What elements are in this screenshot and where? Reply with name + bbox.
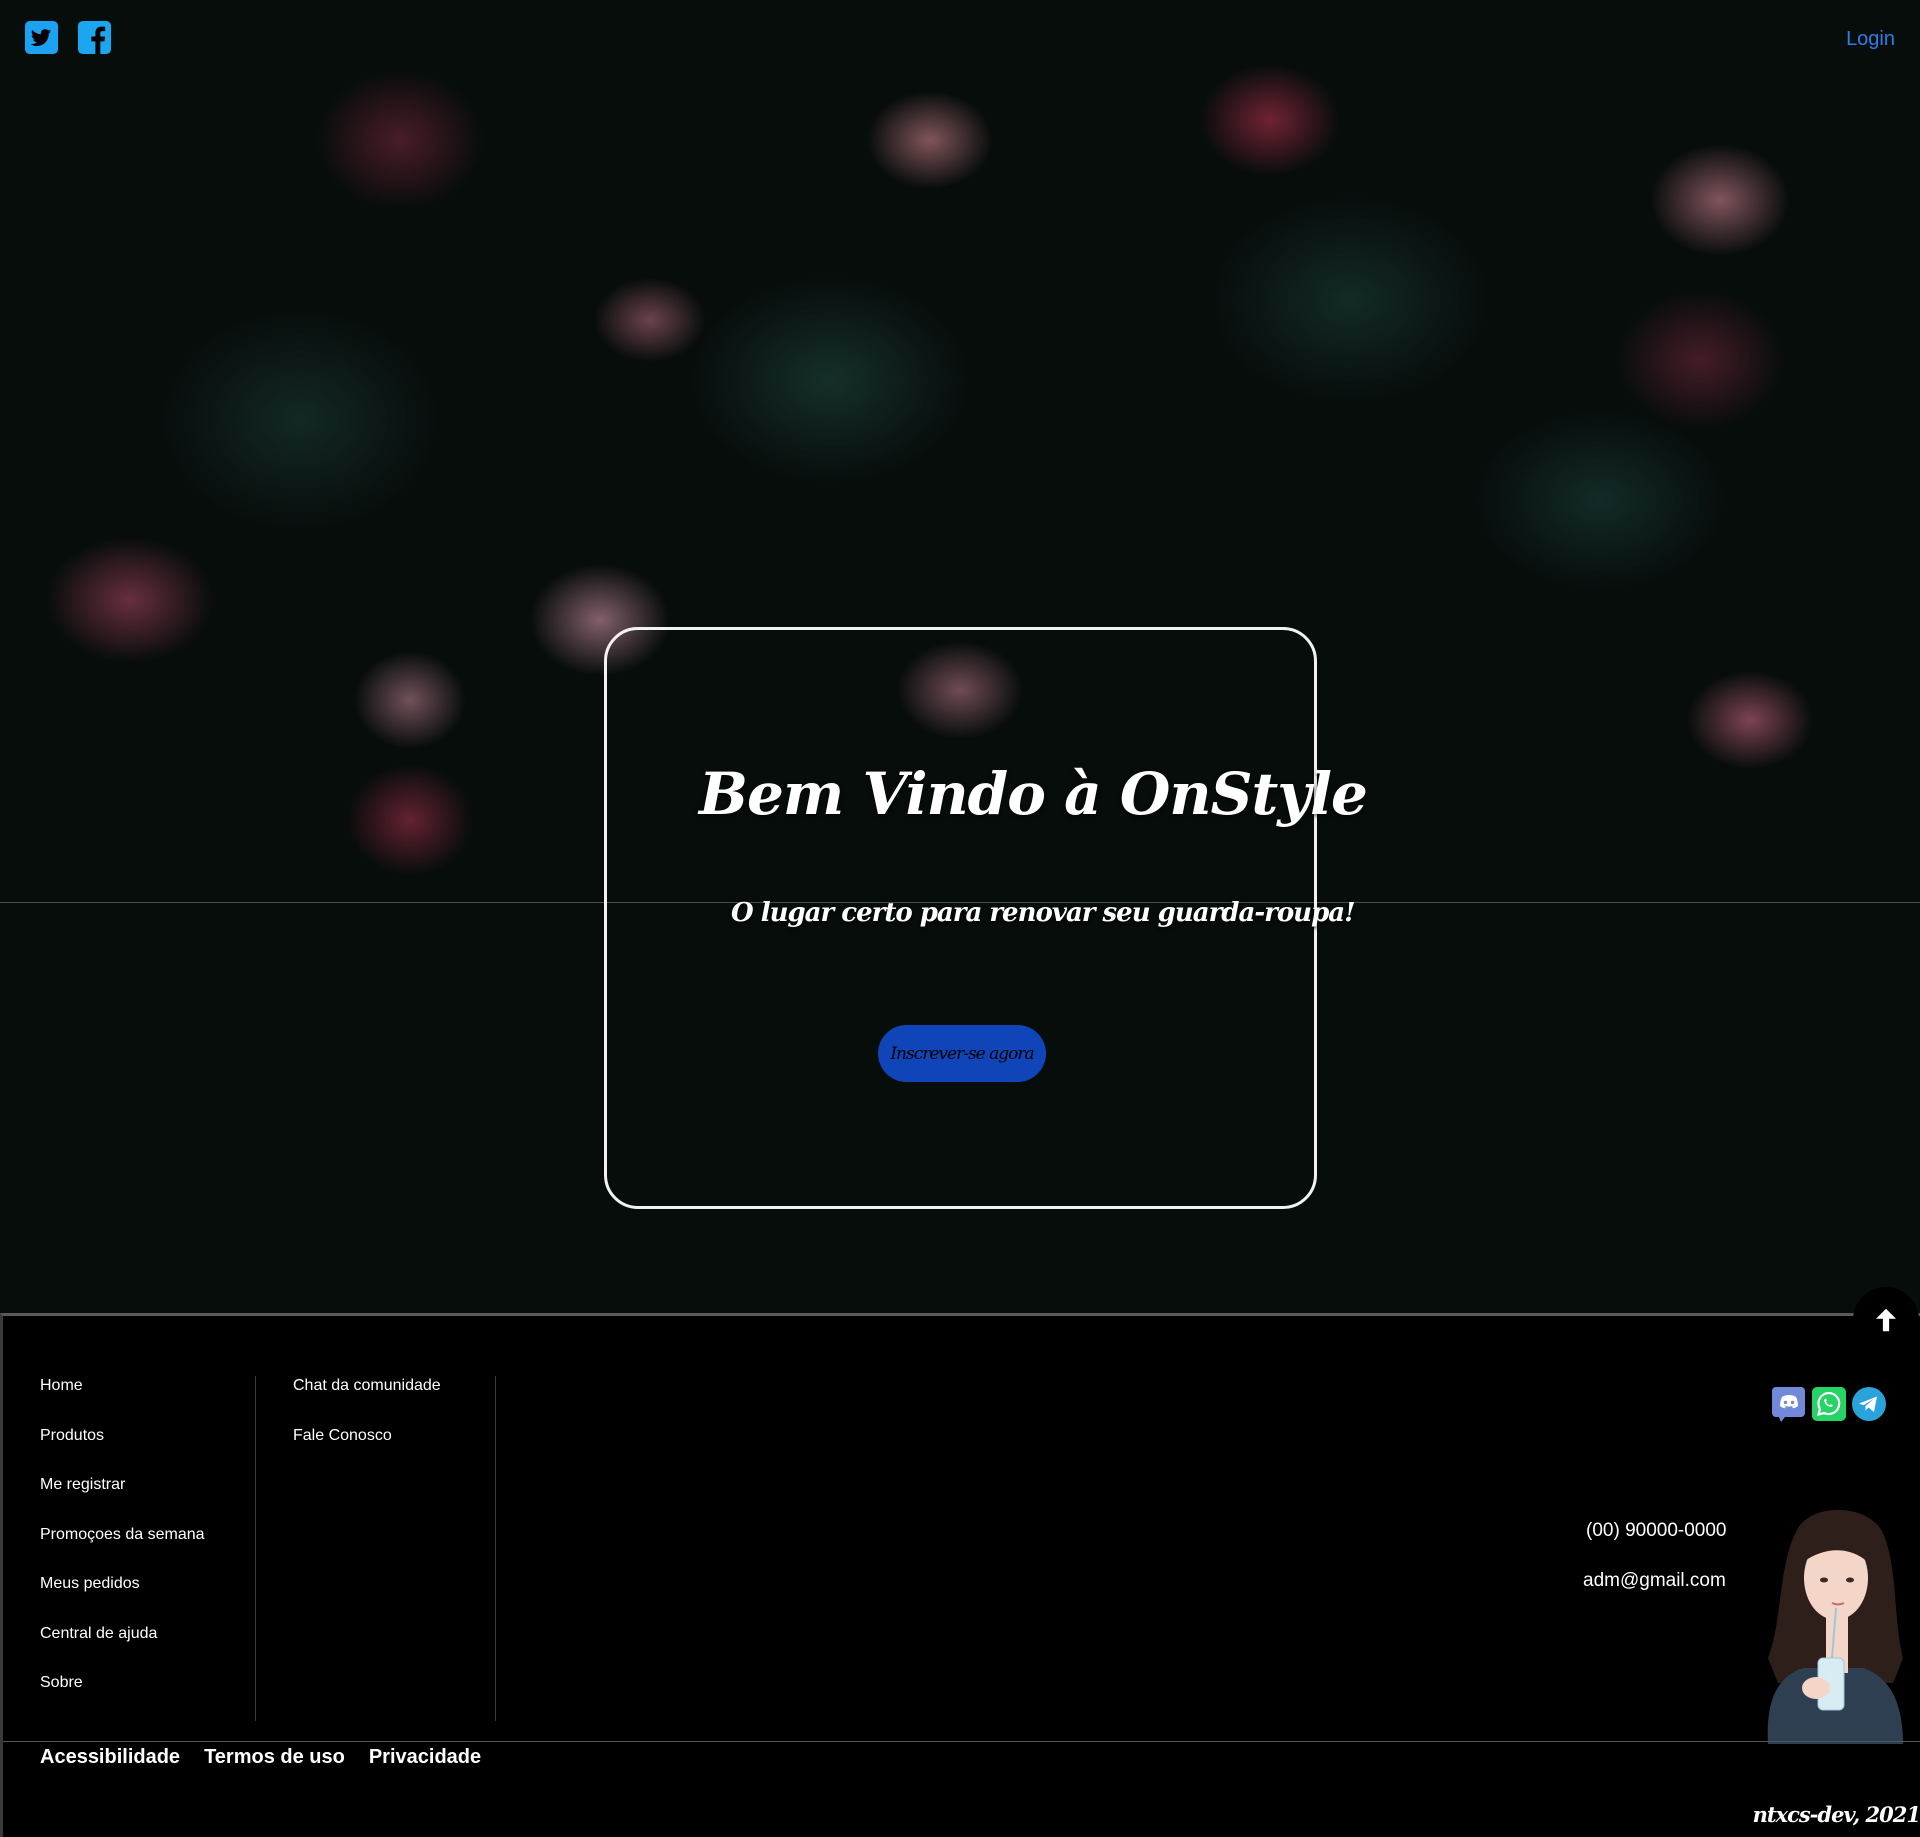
girl-illustration bbox=[1767, 1509, 1903, 1744]
arrow-up-icon bbox=[1876, 1308, 1896, 1332]
telegram-icon[interactable] bbox=[1851, 1386, 1887, 1422]
termos-de-uso-link[interactable]: Termos de uso bbox=[204, 1746, 345, 1769]
footer-link-fale-conosco[interactable]: Fale Conosco bbox=[293, 1426, 495, 1476]
footer-link-chat-comunidade[interactable]: Chat da comunidade bbox=[293, 1376, 495, 1426]
footer-divider bbox=[3, 1741, 1920, 1742]
footer-link-central-ajuda[interactable]: Central de ajuda bbox=[40, 1624, 255, 1674]
footer-link-promocoes[interactable]: Promoçoes da semana bbox=[40, 1525, 255, 1575]
discord-icon[interactable] bbox=[1771, 1386, 1807, 1422]
back-to-top-button[interactable] bbox=[1853, 1287, 1919, 1353]
login-link[interactable]: Login bbox=[1846, 28, 1895, 51]
contact-phone: (00) 90000-0000 bbox=[1586, 1520, 1727, 1541]
footer-bottom-links: Acessibilidade Termos de uso Privacidade bbox=[40, 1746, 481, 1769]
facebook-icon[interactable] bbox=[77, 20, 112, 55]
footer: Home Produtos Me registrar Promoçoes da … bbox=[0, 1313, 1920, 1837]
footer-link-home[interactable]: Home bbox=[40, 1376, 255, 1426]
footer-nav-secondary: Chat da comunidade Fale Conosco bbox=[293, 1376, 496, 1721]
twitter-icon[interactable] bbox=[24, 20, 59, 55]
acessibilidade-link[interactable]: Acessibilidade bbox=[40, 1746, 180, 1769]
contact-email: adm@gmail.com bbox=[1583, 1570, 1726, 1591]
developer-signature: ntxcs-dev, 2021 bbox=[1752, 1802, 1920, 1827]
footer-nav-main: Home Produtos Me registrar Promoçoes da … bbox=[40, 1376, 256, 1721]
welcome-card: Bem Vindo à OnStyle O lugar certo para r… bbox=[604, 627, 1368, 1209]
footer-link-meus-pedidos[interactable]: Meus pedidos bbox=[40, 1574, 255, 1624]
welcome-subtitle: O lugar certo para renovar seu guarda-ro… bbox=[731, 898, 1356, 928]
header-social-links bbox=[24, 20, 112, 55]
community-icons bbox=[1771, 1386, 1887, 1422]
footer-link-produtos[interactable]: Produtos bbox=[40, 1426, 255, 1476]
welcome-title: Bem Vindo à OnStyle bbox=[699, 760, 1368, 828]
footer-link-me-registrar[interactable]: Me registrar bbox=[40, 1475, 255, 1525]
whatsapp-icon[interactable] bbox=[1811, 1386, 1847, 1422]
privacidade-link[interactable]: Privacidade bbox=[369, 1746, 481, 1769]
hero-section: Login Bem Vindo à OnStyle O lugar certo … bbox=[0, 0, 1920, 1313]
footer-link-sobre[interactable]: Sobre bbox=[40, 1673, 255, 1723]
subscribe-button[interactable]: Inscrever-se agora bbox=[878, 1025, 1046, 1082]
